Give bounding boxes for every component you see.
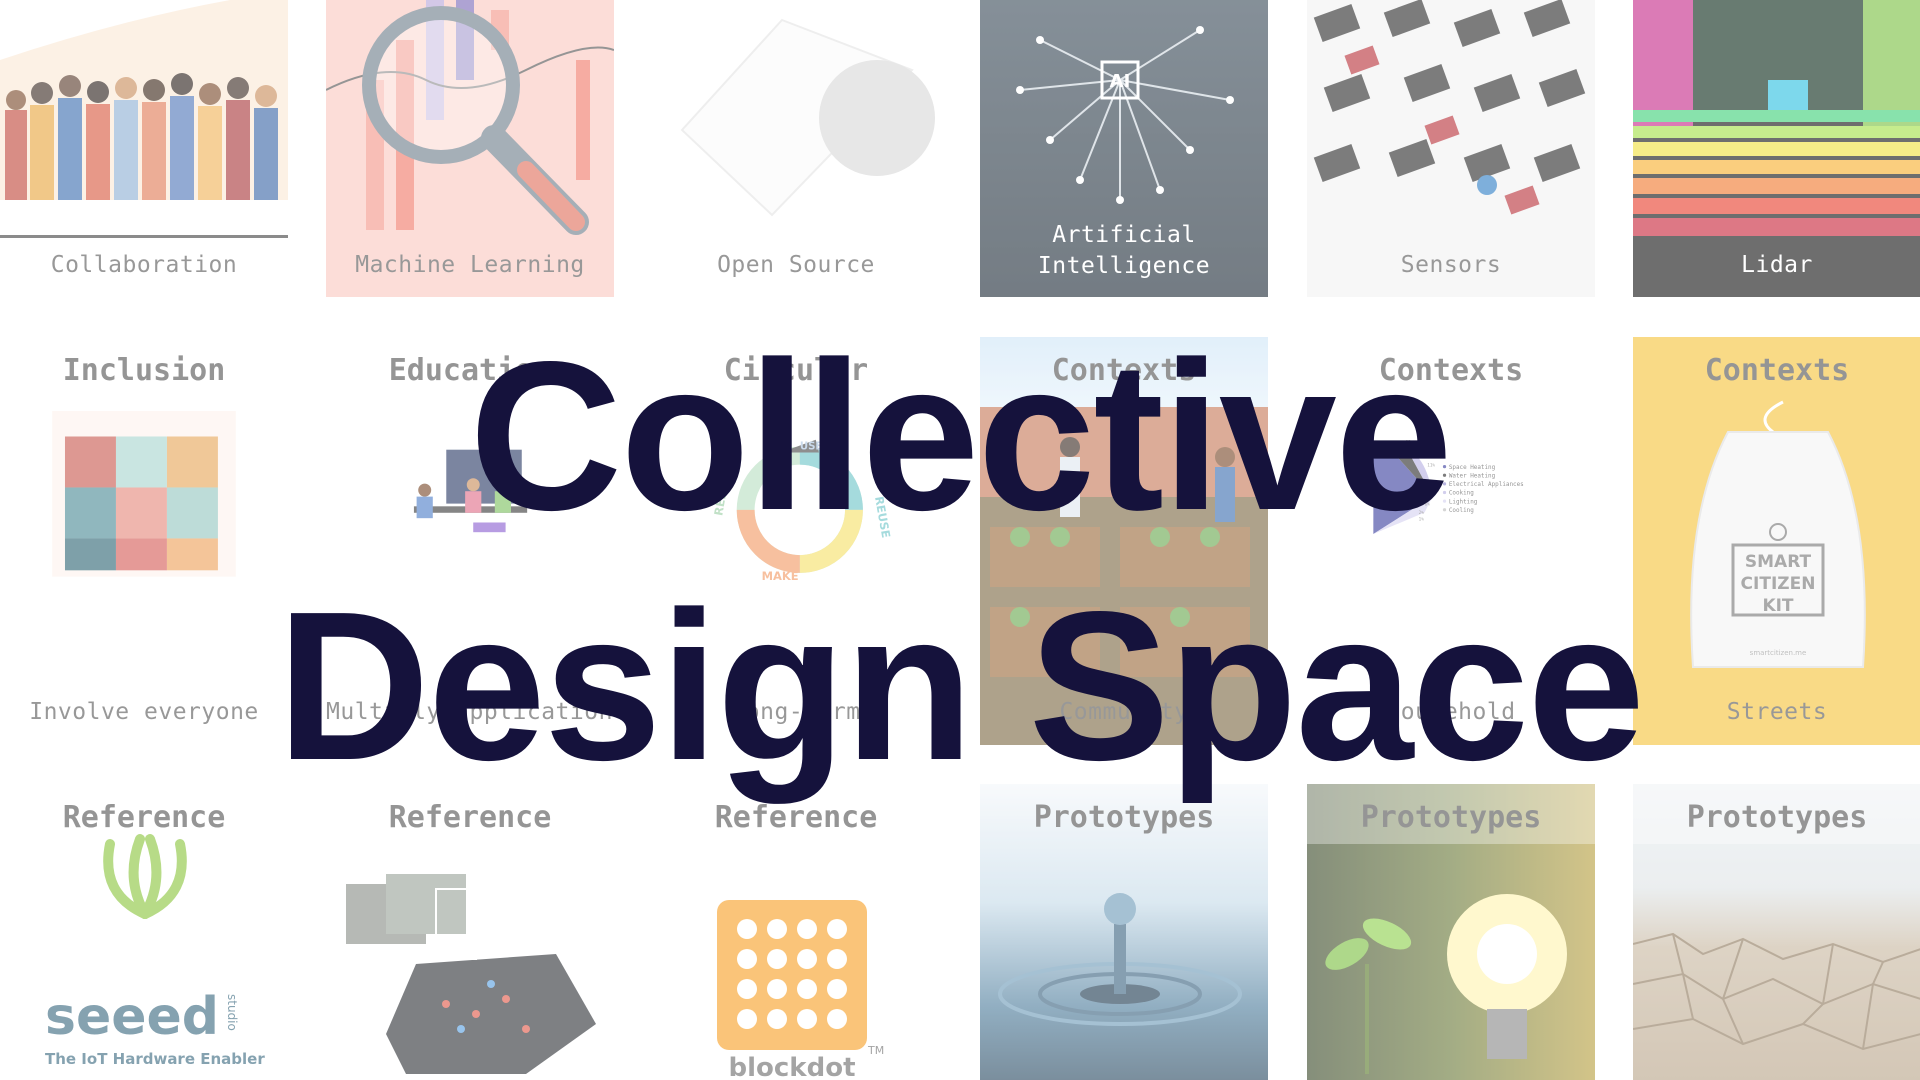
- seeed-logo: seeed studio The IoT Hardware Enabler: [45, 834, 265, 1068]
- label-sensors: Sensors: [1400, 252, 1502, 278]
- svg-text:SMART: SMART: [1745, 552, 1812, 572]
- main-title-line-2: Design Space: [276, 567, 1645, 804]
- header-prototypes-water: Prototypes: [1033, 800, 1215, 835]
- svg-text:TM: TM: [867, 1044, 884, 1057]
- card-lidar: Lidar: [1633, 0, 1920, 297]
- main-title-line-1: Collective: [469, 317, 1453, 554]
- card-machine-learning: Machine Learning: [326, 0, 614, 297]
- blockdot-logo: blockdot TM: [717, 900, 884, 1080]
- svg-text:studio: studio: [225, 994, 239, 1031]
- label-open-source: Open Source: [717, 252, 875, 278]
- svg-text:The IoT Hardware Enabler: The IoT Hardware Enabler: [45, 1050, 265, 1068]
- card-prototypes-water: Prototypes: [980, 784, 1268, 1080]
- header-prototypes-dry-earth: Prototypes: [1686, 800, 1868, 835]
- card-collaboration: Collaboration: [0, 0, 288, 297]
- header-prototypes-lightbulb: Prototypes: [1360, 800, 1542, 835]
- street-map-illustration: [346, 874, 596, 1074]
- ai-chip-text: AI: [1110, 71, 1131, 92]
- card-reference-blockdot: Reference blockdot TM: [652, 784, 940, 1080]
- svg-text:seeed: seeed: [45, 987, 219, 1047]
- label-collaboration: Collaboration: [50, 252, 238, 278]
- card-reference-seeed: Reference seeed studio The IoT Hardware …: [0, 784, 288, 1080]
- label-machine-learning: Machine Learning: [355, 252, 585, 278]
- card-artificial-intelligence: AI Artificial Intelligence: [980, 0, 1268, 297]
- card-reference-map: Reference: [326, 784, 614, 1080]
- label-artificial-intelligence: Artificial Intelligence: [1037, 222, 1211, 279]
- card-sensors: Sensors: [1307, 0, 1595, 297]
- label-lidar: Lidar: [1741, 252, 1813, 278]
- svg-text:blockdot: blockdot: [729, 1053, 856, 1080]
- card-prototypes-lightbulb: Prototypes: [1307, 784, 1595, 1080]
- card-prototypes-dry-earth: Prototypes: [1633, 784, 1920, 1080]
- card-open-source: Open Source: [652, 0, 940, 297]
